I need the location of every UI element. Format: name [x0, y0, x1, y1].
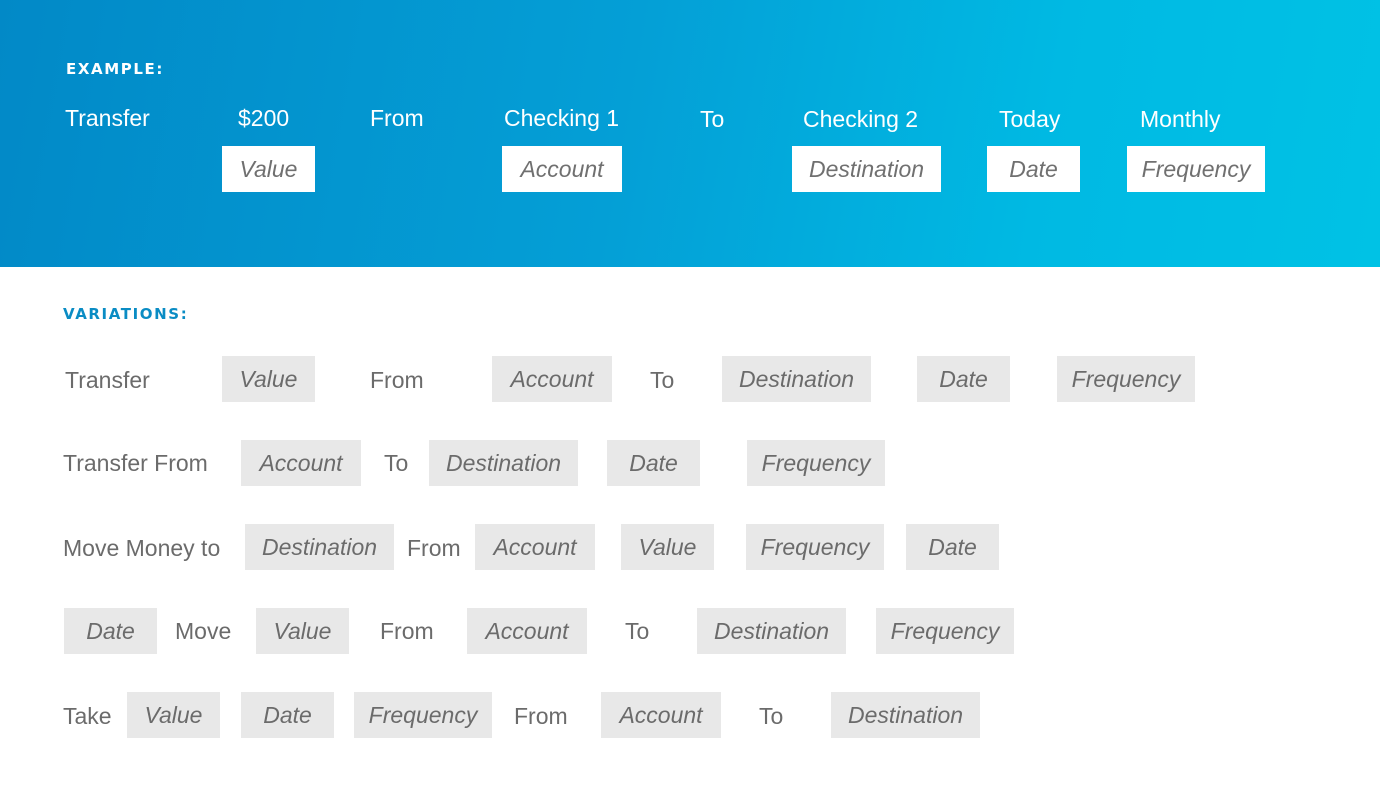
variation-2-date-slot: Date: [607, 440, 700, 486]
variation-4-value-slot: Value: [256, 608, 349, 654]
variation-5-frequency-slot: Frequency: [354, 692, 492, 738]
example-destination-slot: Destination: [792, 146, 941, 192]
variation-4-destination-slot: Destination: [697, 608, 846, 654]
variation-2-destination-slot: Destination: [429, 440, 578, 486]
variation-1-value-slot: Value: [222, 356, 315, 402]
example-heading: EXAMPLE:: [66, 60, 164, 78]
variations-heading: VARIATIONS:: [63, 305, 189, 323]
variation-5-value-slot: Value: [127, 692, 220, 738]
variation-1-word-from: From: [370, 367, 424, 393]
variation-1-date-slot: Date: [917, 356, 1010, 402]
example-word-date: Today: [999, 106, 1061, 132]
variation-1-account-slot: Account: [492, 356, 612, 402]
variation-3-word-move-money-to: Move Money to: [63, 535, 221, 561]
variation-5-word-take: Take: [63, 703, 112, 729]
variation-5-destination-slot: Destination: [831, 692, 980, 738]
variation-1-frequency-slot: Frequency: [1057, 356, 1195, 402]
example-account-slot: Account: [502, 146, 622, 192]
variation-4-word-move: Move: [175, 618, 232, 644]
example-value-slot: Value: [222, 146, 315, 192]
variation-4-date-slot: Date: [64, 608, 157, 654]
variation-1-word-to: To: [650, 367, 675, 393]
variation-4-account-slot: Account: [467, 608, 587, 654]
variation-3-frequency-slot: Frequency: [746, 524, 884, 570]
example-panel: EXAMPLE: Transfer $200 From Checking 1 T…: [0, 0, 1380, 267]
variation-5-date-slot: Date: [241, 692, 334, 738]
variation-1-destination-slot: Destination: [722, 356, 871, 402]
variation-3-value-slot: Value: [621, 524, 714, 570]
variation-3-date-slot: Date: [906, 524, 999, 570]
variation-4-word-to: To: [625, 618, 650, 644]
example-word-transfer: Transfer: [65, 105, 150, 131]
variation-3-destination-slot: Destination: [245, 524, 394, 570]
variation-3-word-from: From: [407, 535, 461, 561]
variation-1-word-transfer: Transfer: [65, 367, 150, 393]
example-word-from: From: [370, 105, 424, 131]
variation-3-account-slot: Account: [475, 524, 595, 570]
variation-2-word-to: To: [384, 450, 409, 476]
example-word-source-account: Checking 1: [504, 105, 620, 131]
variation-5-account-slot: Account: [601, 692, 721, 738]
example-frequency-slot: Frequency: [1127, 146, 1265, 192]
variation-2-word-transfer-from: Transfer From: [63, 450, 208, 476]
example-date-slot: Date: [987, 146, 1080, 192]
variation-2-frequency-slot: Frequency: [747, 440, 885, 486]
variation-5-word-to: To: [759, 703, 784, 729]
variation-2-account-slot: Account: [241, 440, 361, 486]
variation-4-word-from: From: [380, 618, 434, 644]
variation-4-frequency-slot: Frequency: [876, 608, 1014, 654]
example-word-destination-account: Checking 2: [803, 106, 919, 132]
example-word-to: To: [700, 106, 725, 132]
example-word-frequency: Monthly: [1140, 106, 1221, 132]
example-word-amount: $200: [238, 105, 290, 131]
variation-5-word-from: From: [514, 703, 568, 729]
